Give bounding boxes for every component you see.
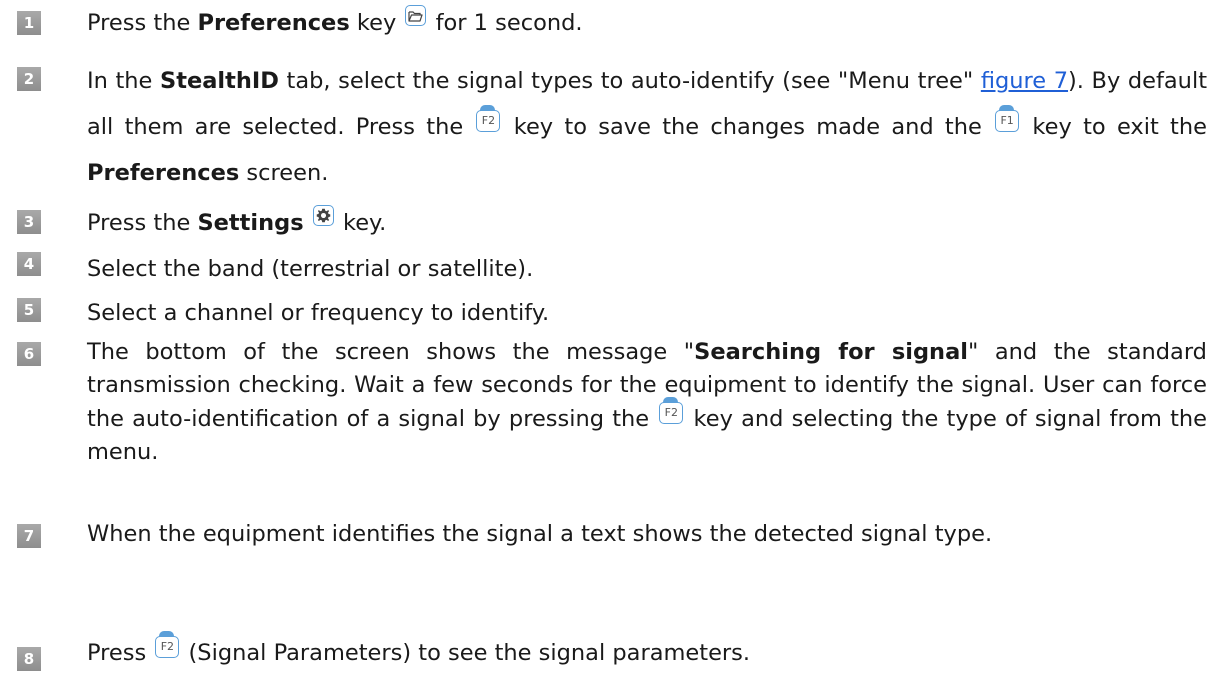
step-number-badge: 6 [17,342,41,366]
step-number-badge: 8 [17,647,41,671]
settings-term: Settings [197,210,304,236]
step-number-badge: 4 [17,252,41,276]
folder-icon [406,6,425,25]
step-7-text: When the equipment identifies the signal… [87,521,993,547]
step-3-text: Press the Settings key. [87,200,1207,246]
settings-key[interactable] [312,205,334,226]
step-number-badge: 3 [17,210,41,234]
step-5-text: Select a channel or frequency to identif… [87,300,550,326]
f2-key[interactable]: F2 [476,105,501,132]
f2-key[interactable]: F2 [155,631,180,658]
step-8-text: Press F2 (Signal Parameters) to see the … [87,630,1207,676]
f1-key[interactable]: F1 [995,105,1020,132]
step-number-badge: 2 [17,67,41,91]
figure-7-link[interactable]: figure 7 [981,68,1068,94]
stealthid-term: StealthID [159,68,279,94]
preferences-key[interactable] [405,5,427,26]
searching-message: Searching for signal [694,339,968,365]
f2-key[interactable]: F2 [659,397,684,424]
gear-icon [314,206,333,225]
step-1-text: Press the Preferences key for 1 second. [87,0,1207,46]
step-number-badge: 7 [17,524,41,548]
step-number-badge: 1 [17,11,41,35]
step-4-text: Select the band (terrestrial or satellit… [87,256,534,282]
step-number-badge: 5 [17,298,41,322]
step-2-text: In the StealthID tab, select the signal … [87,68,1208,186]
step-6-text: The bottom of the screen shows the messa… [87,339,1208,465]
preferences-term: Preferences [197,10,350,36]
preferences-term: Preferences [87,160,240,186]
